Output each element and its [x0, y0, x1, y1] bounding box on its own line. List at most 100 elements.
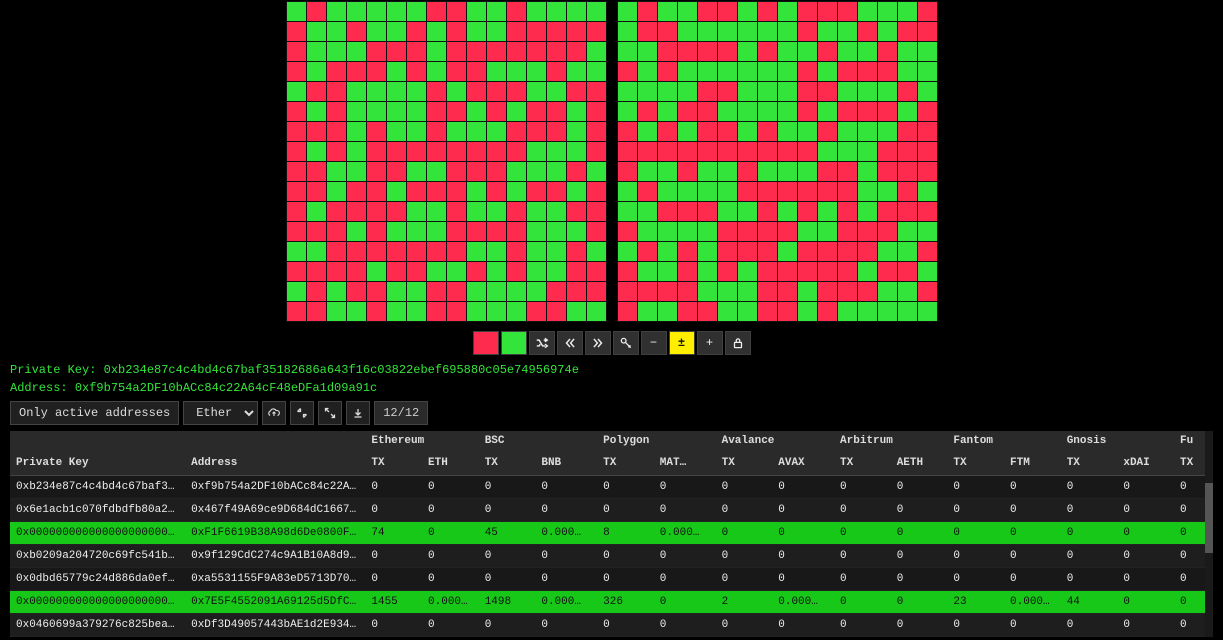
bit-cell[interactable]	[347, 142, 366, 161]
bit-cell[interactable]	[778, 222, 797, 241]
bit-cell[interactable]	[778, 142, 797, 161]
bit-cell[interactable]	[487, 22, 506, 41]
bit-cell[interactable]	[327, 182, 346, 201]
bit-cell[interactable]	[678, 302, 697, 321]
bit-cell[interactable]	[567, 142, 586, 161]
bit-cell[interactable]	[698, 62, 717, 81]
bit-cell[interactable]	[798, 162, 817, 181]
bit-cell[interactable]	[818, 122, 837, 141]
bit-cell[interactable]	[838, 62, 857, 81]
bit-cell[interactable]	[618, 2, 637, 21]
column-header[interactable]: TX	[1174, 451, 1205, 476]
bit-cell[interactable]	[858, 162, 877, 181]
bit-cell[interactable]	[347, 182, 366, 201]
bit-cell[interactable]	[878, 182, 897, 201]
bit-cell[interactable]	[467, 102, 486, 121]
bit-cell[interactable]	[878, 42, 897, 61]
bit-cell[interactable]	[427, 222, 446, 241]
bit-cell[interactable]	[878, 82, 897, 101]
bit-cell[interactable]	[567, 162, 586, 181]
bit-cell[interactable]	[287, 162, 306, 181]
bit-cell[interactable]	[287, 302, 306, 321]
bit-cell[interactable]	[427, 242, 446, 261]
bit-cell[interactable]	[898, 162, 917, 181]
bit-cell[interactable]	[367, 62, 386, 81]
bit-cell[interactable]	[898, 282, 917, 301]
bit-cell[interactable]	[307, 182, 326, 201]
bit-cell[interactable]	[507, 302, 526, 321]
bit-cell[interactable]	[327, 102, 346, 121]
bit-cell[interactable]	[758, 282, 777, 301]
bit-cell[interactable]	[287, 142, 306, 161]
bit-cell[interactable]	[918, 2, 937, 21]
bit-cell[interactable]	[567, 222, 586, 241]
bit-cell[interactable]	[347, 282, 366, 301]
bit-cell[interactable]	[407, 2, 426, 21]
bit-cell[interactable]	[678, 282, 697, 301]
bit-cell[interactable]	[367, 222, 386, 241]
bit-cell[interactable]	[467, 142, 486, 161]
bit-cell[interactable]	[758, 302, 777, 321]
bit-cell[interactable]	[878, 282, 897, 301]
bit-cell[interactable]	[527, 62, 546, 81]
bit-cell[interactable]	[427, 82, 446, 101]
bit-cell[interactable]	[427, 262, 446, 281]
bit-cell[interactable]	[658, 2, 677, 21]
bit-cell[interactable]	[658, 22, 677, 41]
bit-cell[interactable]	[878, 2, 897, 21]
bit-cell[interactable]	[367, 262, 386, 281]
bit-cell[interactable]	[307, 22, 326, 41]
expand-button[interactable]	[318, 401, 342, 425]
bit-cell[interactable]	[327, 302, 346, 321]
bit-cell[interactable]	[347, 162, 366, 181]
bit-cell[interactable]	[658, 62, 677, 81]
bit-cell[interactable]	[898, 182, 917, 201]
bit-cell[interactable]	[447, 62, 466, 81]
bit-cell[interactable]	[567, 282, 586, 301]
bit-cell[interactable]	[918, 262, 937, 281]
bit-cell[interactable]	[678, 62, 697, 81]
bit-cell[interactable]	[307, 202, 326, 221]
upload-button[interactable]	[262, 401, 286, 425]
shuffle-button[interactable]	[529, 331, 555, 355]
bit-cell[interactable]	[587, 122, 606, 141]
column-header[interactable]: xDAI	[1117, 451, 1174, 476]
bit-cell[interactable]	[698, 2, 717, 21]
bit-cell[interactable]	[658, 162, 677, 181]
bit-cell[interactable]	[347, 42, 366, 61]
bit-cell[interactable]	[678, 2, 697, 21]
bit-cell[interactable]	[427, 302, 446, 321]
bit-cell[interactable]	[287, 102, 306, 121]
bit-cell[interactable]	[287, 62, 306, 81]
column-header[interactable]: TX	[597, 451, 654, 476]
bit-cell[interactable]	[507, 282, 526, 301]
bit-cell[interactable]	[758, 22, 777, 41]
bit-cell[interactable]	[638, 62, 657, 81]
bit-cell[interactable]	[738, 102, 757, 121]
bit-cell[interactable]	[918, 102, 937, 121]
bit-cell[interactable]	[327, 282, 346, 301]
bit-cell[interactable]	[387, 182, 406, 201]
bit-cell[interactable]	[718, 202, 737, 221]
bit-cell[interactable]	[567, 82, 586, 101]
column-header[interactable]: AVAX	[772, 451, 834, 476]
bit-cell[interactable]	[718, 282, 737, 301]
bit-cell[interactable]	[678, 242, 697, 261]
bit-cell[interactable]	[587, 2, 606, 21]
bit-cell[interactable]	[287, 42, 306, 61]
set-all-zero-button[interactable]	[473, 331, 499, 355]
bit-cell[interactable]	[447, 222, 466, 241]
bit-cell[interactable]	[798, 102, 817, 121]
bit-cell[interactable]	[367, 282, 386, 301]
bit-cell[interactable]	[487, 202, 506, 221]
column-header[interactable]: TX	[834, 451, 891, 476]
bit-cell[interactable]	[658, 182, 677, 201]
bit-cell[interactable]	[307, 302, 326, 321]
bit-cell[interactable]	[487, 242, 506, 261]
bit-cell[interactable]	[467, 122, 486, 141]
bit-cell[interactable]	[307, 42, 326, 61]
bit-cell[interactable]	[918, 162, 937, 181]
bit-cell[interactable]	[638, 22, 657, 41]
bit-cell[interactable]	[507, 122, 526, 141]
bit-cell[interactable]	[798, 122, 817, 141]
